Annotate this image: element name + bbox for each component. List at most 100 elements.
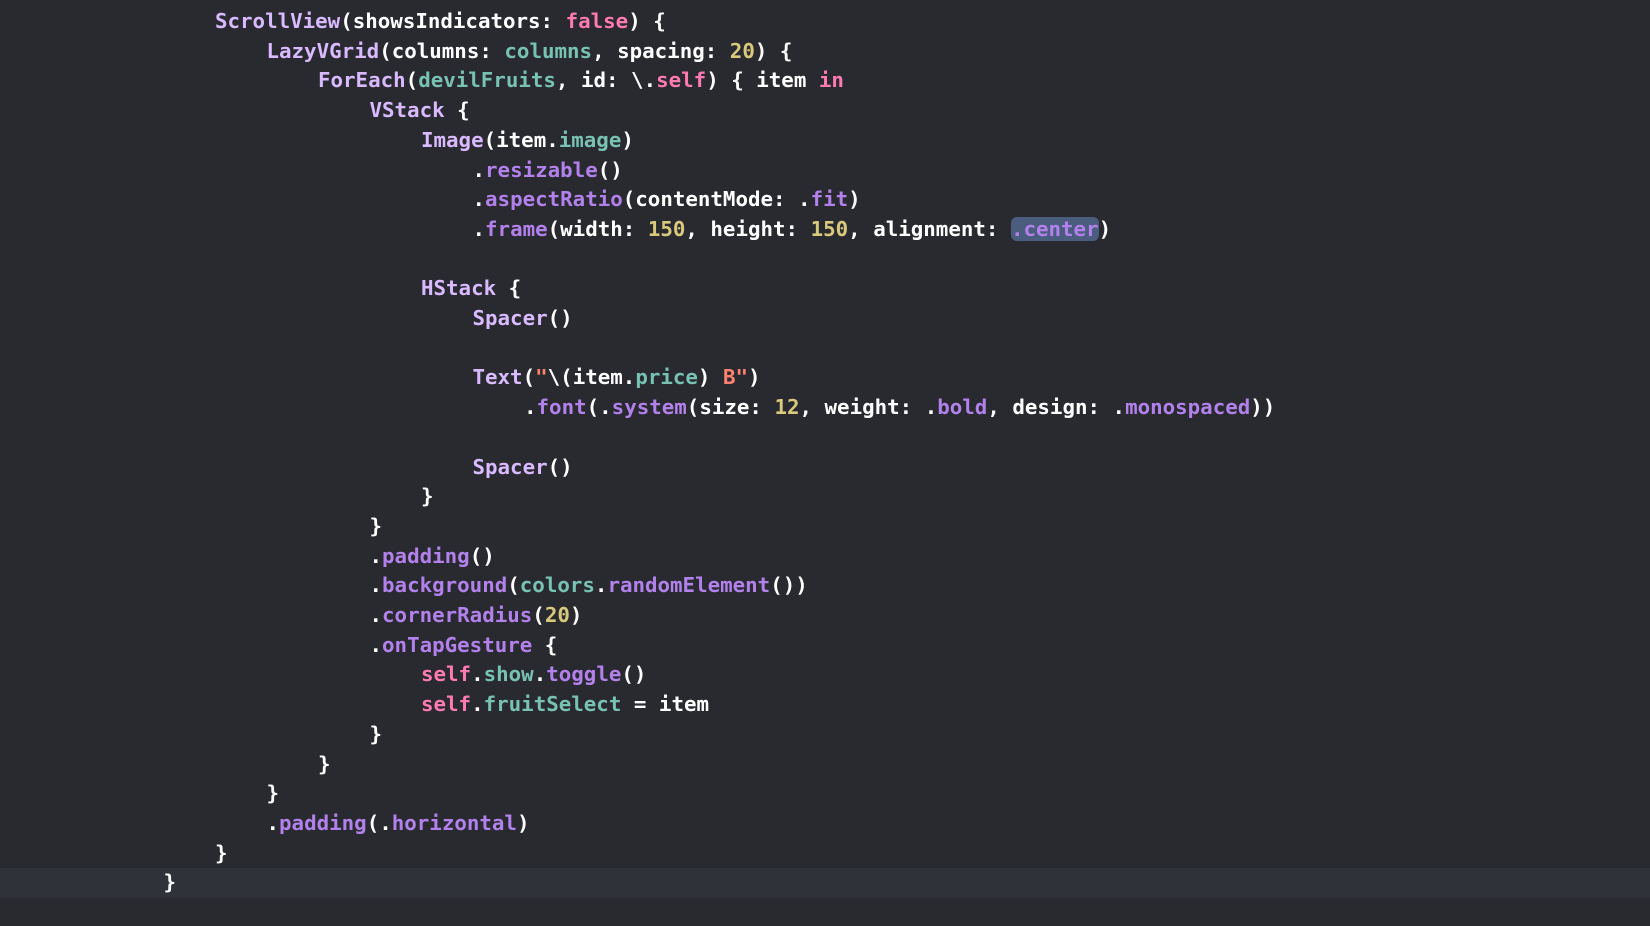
- code-line[interactable]: .cornerRadius(20): [0, 601, 1650, 631]
- code-line[interactable]: .padding(): [0, 542, 1650, 572]
- code-line[interactable]: Text("\(item.price) B"): [0, 363, 1650, 393]
- code-token-plain: .: [533, 662, 547, 687]
- code-line-content: Image(item.image): [421, 126, 634, 156]
- code-line[interactable]: ForEach(devilFruits, id: \.self) { item …: [0, 66, 1650, 96]
- code-line[interactable]: Spacer(): [0, 304, 1650, 334]
- code-line-content: self.fruitSelect = item: [421, 690, 709, 720]
- code-line[interactable]: }: [0, 839, 1650, 869]
- code-token-plain: (showsIndicators:: [340, 9, 566, 33]
- code-token-method: frame: [485, 216, 548, 241]
- code-token-number: 150: [647, 216, 686, 241]
- code-line-content: .cornerRadius(20): [370, 601, 583, 631]
- code-token-prop: price: [635, 365, 698, 390]
- code-token-plain: , id: \.: [555, 68, 657, 93]
- code-token-number: 12: [774, 395, 800, 420]
- code-token-type: ForEach: [318, 68, 406, 93]
- code-line[interactable]: [0, 423, 1650, 453]
- code-line[interactable]: VStack {: [0, 96, 1650, 126]
- code-line-content: }: [164, 868, 177, 898]
- code-token-plain: {: [444, 98, 470, 123]
- code-line[interactable]: .frame(width: 150, height: 150, alignmen…: [0, 215, 1650, 245]
- code-token-plain: (.: [366, 810, 392, 835]
- code-token-prop: fruitSelect: [483, 692, 622, 717]
- code-line[interactable]: [0, 334, 1650, 364]
- code-token-plain: ): [1098, 216, 1112, 241]
- code-line-content: .background(colors.randomElement()): [370, 571, 808, 601]
- code-token-plain: }: [369, 513, 383, 538]
- code-token-prop: columns: [504, 38, 593, 63]
- code-token-plain: (): [547, 454, 573, 479]
- code-token-method: randomElement: [607, 573, 771, 598]
- code-token-type: Text: [472, 365, 523, 390]
- code-token-type: Spacer: [472, 306, 548, 330]
- code-line[interactable]: }: [0, 512, 1650, 542]
- code-token-plain: ) { item: [706, 68, 819, 93]
- code-token-plain: (columns:: [379, 38, 505, 63]
- code-token-plain: (contentMode: .: [622, 187, 811, 212]
- code-token-plain: ) {: [754, 38, 793, 63]
- code-editor[interactable]: ScrollView(showsIndicators: false) {Lazy…: [0, 0, 1650, 926]
- code-token-type: ScrollView: [215, 9, 341, 33]
- code-token-plain: ): [748, 365, 761, 390]
- code-token-plain: }: [266, 781, 280, 806]
- code-token-plain: , weight: .: [799, 395, 938, 420]
- code-line[interactable]: Spacer(): [0, 453, 1650, 483]
- code-line[interactable]: }: [0, 720, 1650, 750]
- code-line-content: VStack {: [370, 96, 470, 126]
- code-line[interactable]: .background(colors.randomElement()): [0, 571, 1650, 601]
- code-token-plain: (.: [586, 395, 612, 420]
- code-line[interactable]: .aspectRatio(contentMode: .fit): [0, 185, 1650, 215]
- code-line-content: }: [421, 482, 434, 512]
- code-token-type: Image: [421, 127, 484, 152]
- code-token-plain: ) {: [628, 9, 666, 33]
- code-token-plain: .: [369, 573, 383, 598]
- code-token-method: resizable: [485, 157, 598, 182]
- code-token-method: padding: [279, 810, 367, 835]
- code-line-content: ForEach(devilFruits, id: \.self) { item …: [318, 66, 844, 96]
- code-line[interactable]: LazyVGrid(columns: columns, spacing: 20)…: [0, 37, 1650, 67]
- code-token-plain: }: [421, 484, 434, 509]
- code-line[interactable]: self.fruitSelect = item: [0, 690, 1650, 720]
- code-token-method: fit: [810, 187, 849, 212]
- code-token-method: onTapGesture: [382, 632, 533, 657]
- code-token-method: bold: [937, 395, 988, 420]
- code-token-keyword: in: [818, 68, 844, 93]
- code-line[interactable]: }: [0, 750, 1650, 780]
- current-code-line[interactable]: }: [0, 868, 1650, 898]
- code-token-keyword: self: [656, 68, 707, 93]
- code-token-type: VStack: [369, 98, 445, 123]
- code-token-plain: (): [469, 543, 495, 568]
- code-token-keyword: self: [421, 662, 472, 687]
- code-token-method: horizontal: [391, 810, 517, 835]
- code-line[interactable]: HStack {: [0, 274, 1650, 304]
- code-token-plain: , spacing:: [592, 38, 730, 63]
- code-line[interactable]: }: [0, 482, 1650, 512]
- code-line[interactable]: .padding(.horizontal): [0, 809, 1650, 839]
- code-token-plain: .: [594, 573, 608, 598]
- code-line-content: .onTapGesture {: [370, 631, 558, 661]
- code-line[interactable]: self.show.toggle(): [0, 660, 1650, 690]
- code-token-plain: .: [471, 662, 484, 687]
- code-line[interactable]: .font(.system(size: 12, weight: .bold, d…: [0, 393, 1650, 423]
- code-line[interactable]: .onTapGesture {: [0, 631, 1650, 661]
- code-line[interactable]: .resizable(): [0, 156, 1650, 186]
- code-token-plain: .: [369, 603, 383, 627]
- code-line[interactable]: ScrollView(showsIndicators: false) {: [0, 7, 1650, 37]
- code-token-plain: .: [266, 810, 280, 835]
- code-token-plain: }: [318, 751, 331, 776]
- code-token-plain: , alignment:: [848, 216, 1011, 241]
- code-token-method: toggle: [546, 662, 622, 687]
- code-token-plain: .: [524, 395, 537, 420]
- code-token-plain: )): [1250, 395, 1276, 420]
- code-token-method: monospaced: [1125, 395, 1251, 420]
- code-token-type: LazyVGrid: [266, 38, 380, 63]
- code-token-plain: (): [621, 662, 647, 687]
- code-line[interactable]: }: [0, 779, 1650, 809]
- code-line-content: .frame(width: 150, height: 150, alignmen…: [473, 215, 1112, 245]
- code-token-method: cornerRadius: [382, 603, 533, 627]
- code-line[interactable]: Image(item.image): [0, 126, 1650, 156]
- code-token-prop: image: [558, 127, 622, 152]
- code-token-number: 20: [729, 38, 755, 63]
- code-line[interactable]: [0, 245, 1650, 275]
- code-token-plain: (): [597, 157, 623, 182]
